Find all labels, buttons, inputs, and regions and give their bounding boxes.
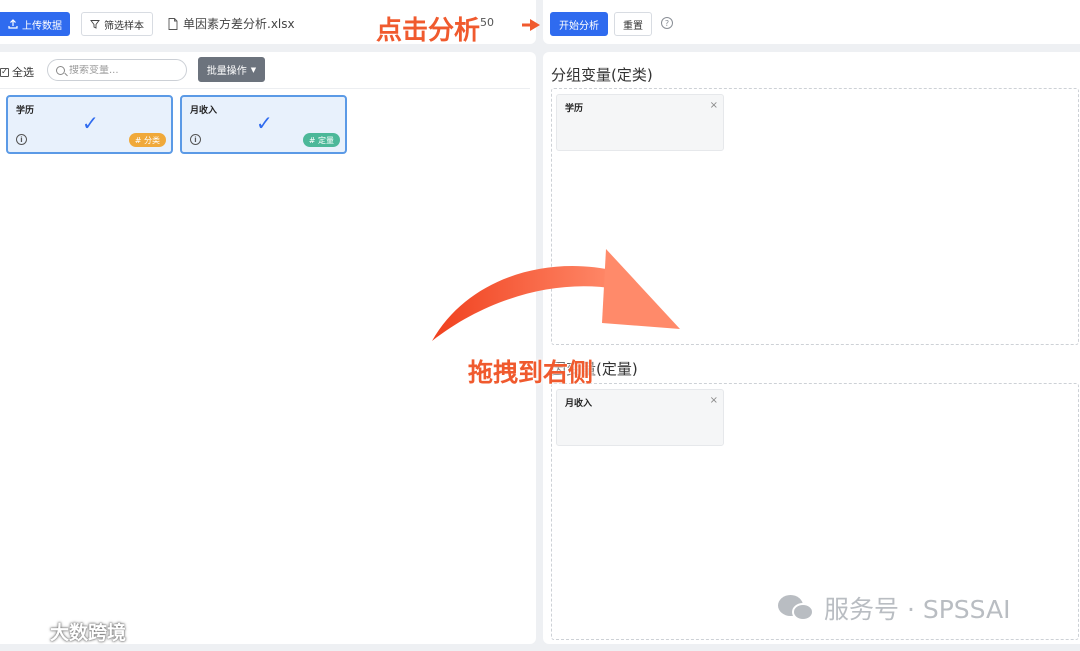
start-analysis-button[interactable]: 开始分析	[550, 12, 608, 36]
info-icon[interactable]: i	[16, 134, 27, 145]
brand-watermark: 大数跨境	[8, 618, 126, 645]
remove-icon[interactable]: ×	[710, 395, 718, 406]
variable-card[interactable]: 月收入 ✓ i # 定量	[180, 95, 347, 154]
drag-to-right-annotation: 拖拽到右侧	[468, 358, 594, 387]
filter-samples-button[interactable]: 筛选样本	[81, 12, 153, 36]
selected-variable-chip[interactable]: 学历 ×	[556, 94, 724, 151]
select-all-label: 全选	[12, 66, 34, 79]
file-name-text: 单因素方差分析.xlsx	[183, 17, 295, 31]
variable-name: 学历	[16, 106, 35, 116]
variable-search[interactable]	[47, 59, 187, 81]
caret-down-icon: ▼	[250, 65, 257, 74]
batch-operations-button[interactable]: 批量操作 ▼	[198, 57, 265, 82]
analysis-toolbar: 开始分析 重置 ?	[543, 0, 1080, 44]
select-all-checkbox[interactable]: ✓ 全选	[0, 64, 34, 80]
click-pointer-arrow-icon	[522, 19, 540, 31]
chip-label: 学历	[565, 104, 584, 114]
file-icon	[168, 17, 178, 30]
chip-label: 月收入	[565, 399, 593, 409]
batch-label: 批量操作	[206, 66, 247, 77]
brand-logo-icon	[9, 623, 44, 640]
help-icon[interactable]: ?	[661, 17, 673, 29]
filter-label: 筛选样本	[104, 20, 144, 32]
upload-data-button[interactable]: 上传数据	[0, 12, 70, 36]
search-icon	[56, 65, 65, 75]
brand-text: 大数跨境	[50, 622, 127, 644]
wechat-icon	[778, 593, 816, 623]
upload-label: 上传数据	[22, 20, 62, 32]
upload-icon	[8, 19, 18, 29]
watermark-text: 服务号 · SPSSAI	[824, 595, 1011, 624]
checkmark-icon: ✓	[82, 111, 99, 135]
remove-icon[interactable]: ×	[710, 100, 718, 111]
drag-arrow-icon	[432, 249, 680, 341]
variable-name: 月收入	[190, 106, 218, 116]
checkbox-checked-icon: ✓	[0, 67, 9, 77]
variable-card[interactable]: 学历 ✓ i # 分类	[6, 95, 173, 154]
variable-type-badge: # 定量	[302, 133, 340, 147]
filter-icon	[90, 20, 100, 29]
click-analysis-annotation: 点击分析	[376, 16, 481, 46]
info-icon[interactable]: i	[190, 134, 201, 145]
checkmark-icon: ✓	[256, 111, 273, 135]
selected-variable-chip[interactable]: 月收入 ×	[556, 389, 724, 446]
variable-type-badge: # 分类	[128, 133, 166, 147]
watermark: 服务号 · SPSSAI	[778, 590, 1010, 626]
divider	[0, 88, 530, 89]
search-input[interactable]	[69, 64, 169, 76]
sample-count: 50	[480, 16, 494, 29]
group-variable-title: 分组变量(定类)	[551, 66, 653, 84]
file-name: 单因素方差分析.xlsx	[168, 15, 295, 32]
reset-button[interactable]: 重置	[614, 12, 652, 36]
